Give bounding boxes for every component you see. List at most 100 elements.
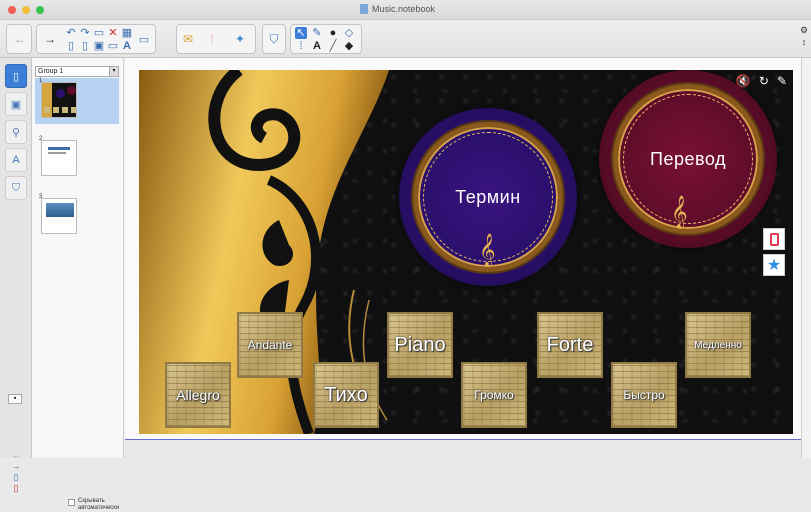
device-button[interactable] (763, 228, 785, 250)
text-icon[interactable]: A (311, 40, 323, 52)
translation-drop-zone[interactable]: Перевод 𝄞 (599, 70, 777, 248)
autohide-label-line-1: Скрывать (78, 498, 105, 504)
star-icon: ★ (766, 257, 782, 274)
treble-clef-icon: 𝄞 (671, 195, 688, 228)
phone-icon (769, 232, 779, 246)
smart-notebook-window: Music.notebook ← → ↶ ↷ ▭ ✕ ▦ ▯ ▯ ▣ ▭ A ▭… (0, 0, 811, 511)
gear-icon[interactable]: ⚙ (798, 24, 810, 36)
delete-page-icon[interactable]: ▯ (8, 483, 24, 494)
word-card[interactable]: Медленно (685, 312, 751, 378)
slide-widget-controls: 🔇 ↻ ✎ (736, 74, 787, 88)
word-card[interactable]: Allegro (165, 362, 231, 428)
maestro-icon[interactable]: ✦ (233, 32, 247, 46)
vertical-scrollbar[interactable] (801, 58, 811, 458)
group-select[interactable]: Group 1 ▾ (35, 66, 119, 77)
document-icon (360, 4, 368, 14)
word-card[interactable]: Andante (237, 312, 303, 378)
tab-attachments[interactable]: ⚲ (5, 120, 27, 144)
fill-icon[interactable]: ⁞ (295, 40, 307, 52)
magic-pen-icon[interactable]: ◆ (343, 40, 355, 52)
edit-group: → ↶ ↷ ▭ ✕ ▦ ▯ ▯ ▣ ▭ A ▭ (36, 24, 156, 54)
term-label: Термин (455, 186, 521, 207)
tab-gallery[interactable]: ▣ (5, 92, 27, 116)
word-card-label: Медленно (694, 339, 742, 351)
back-group: ← (6, 24, 32, 54)
slide-canvas[interactable]: 🔇 ↻ ✎ Термин 𝄞 Перевод 𝄞 Allegro Andante… (139, 70, 793, 434)
close-window-button[interactable] (8, 6, 16, 14)
redo-icon[interactable]: ↷ (79, 27, 91, 39)
word-card-label: Allegro (176, 387, 220, 403)
page-thumbnail-3[interactable]: 3 (35, 194, 119, 240)
collapse-sidebar-button[interactable]: ▪ (8, 394, 22, 404)
tab-properties[interactable]: A (5, 148, 27, 172)
word-card[interactable]: Forte (537, 312, 603, 378)
sidebar-tabs: ▯ ▣ ⚲ A ⛉ ▪ ← → ▯ ▯ (0, 58, 32, 493)
select-icon[interactable]: ↖ (295, 27, 307, 39)
word-card-label: Тихо (324, 383, 368, 406)
title-bar: Music.notebook (0, 0, 811, 20)
shape-fill-icon[interactable]: ● (327, 27, 339, 39)
gallery-icon[interactable]: ⛉ (267, 32, 281, 46)
open-file-icon[interactable]: ▯ (79, 40, 91, 52)
gallery-group: ⛉ (262, 24, 286, 54)
minimize-window-button[interactable] (22, 6, 30, 14)
edit-pencil-icon[interactable]: ✎ (777, 74, 787, 88)
page-thumbnail-2[interactable]: 2 (35, 136, 119, 182)
page-sorter: Group 1 ▾ 1 2 3 Скрывать автоматически (32, 58, 139, 511)
pen-icon[interactable]: ✎ (311, 27, 323, 39)
term-drop-zone[interactable]: Термин 𝄞 (399, 108, 577, 286)
autohide-label-line-2: автоматически (78, 505, 120, 511)
screen-shade-icon[interactable]: ▭ (107, 40, 119, 52)
back-arrow-icon[interactable]: ← (13, 32, 27, 46)
zoom-window-button[interactable] (36, 6, 44, 14)
new-page-icon[interactable]: ▯ (65, 40, 77, 52)
save-icon[interactable]: ▣ (93, 40, 105, 52)
next-page-icon[interactable]: → (8, 461, 24, 472)
undo-icon[interactable]: ↶ (65, 27, 77, 39)
toolbar-position-icon[interactable]: ↕ (798, 36, 810, 48)
workspace: 🔇 ↻ ✎ Термин 𝄞 Перевод 𝄞 Allegro Andante… (125, 58, 801, 458)
tab-page-sorter[interactable]: ▯ (5, 64, 27, 88)
word-card-label: Быстро (623, 388, 665, 402)
autohide-option[interactable]: Скрывать автоматически (68, 498, 119, 512)
window-title: Music.notebook (360, 4, 435, 14)
autohide-checkbox[interactable] (68, 499, 75, 506)
reset-icon[interactable]: ↻ (759, 74, 769, 88)
word-card-label: Piano (394, 333, 446, 356)
page-preview (41, 198, 77, 234)
window-title-text: Music.notebook (372, 4, 436, 14)
canvas-frame: 🔇 ↻ ✎ Термин 𝄞 Перевод 𝄞 Allegro Andante… (125, 58, 801, 440)
add-ons-group: ✉ ⁞ ✦ (176, 24, 256, 54)
paste-icon[interactable]: ▭ (93, 27, 105, 39)
page-thumbnail-1[interactable]: 1 (35, 78, 119, 124)
page-preview (41, 82, 77, 118)
line-icon[interactable]: ╱ (327, 40, 339, 52)
word-card-label: Громко (474, 388, 514, 402)
treble-clef-icon: 𝄞 (479, 233, 496, 266)
font-icon[interactable]: A (121, 40, 133, 52)
toolbar-right-controls: ⚙ ↕ (798, 24, 810, 48)
forward-arrow-icon[interactable]: → (43, 32, 57, 46)
word-card[interactable]: Громко (461, 362, 527, 428)
word-card[interactable]: Быстро (611, 362, 677, 428)
chevron-down-icon: ▾ (109, 67, 118, 76)
group-select-value: Group 1 (38, 68, 64, 75)
lesson-activity-icon[interactable]: ✉ (181, 32, 195, 46)
tools-group: ↖ ✎ ● ◇ ⁞ A ╱ ◆ (290, 24, 362, 54)
favorite-button[interactable]: ★ (763, 254, 785, 276)
word-card[interactable]: Piano (387, 312, 453, 378)
response-icon[interactable]: ⁞ (205, 32, 219, 46)
word-card-label: Forte (546, 333, 594, 356)
previous-page-icon[interactable]: ← (8, 450, 24, 461)
page-preview (41, 140, 77, 176)
delete-icon[interactable]: ✕ (107, 27, 119, 39)
tab-add-ons[interactable]: ⛉ (5, 176, 27, 200)
page-navigation: ← → ▯ ▯ (8, 450, 24, 494)
eraser-icon[interactable]: ◇ (343, 27, 355, 39)
add-page-icon[interactable]: ▯ (8, 472, 24, 483)
translation-label: Перевод (650, 148, 726, 169)
screen-capture-icon[interactable]: ▭ (137, 31, 151, 47)
word-card-label: Andante (247, 338, 293, 352)
table-icon[interactable]: ▦ (121, 27, 133, 39)
word-card[interactable]: Тихо (313, 362, 379, 428)
